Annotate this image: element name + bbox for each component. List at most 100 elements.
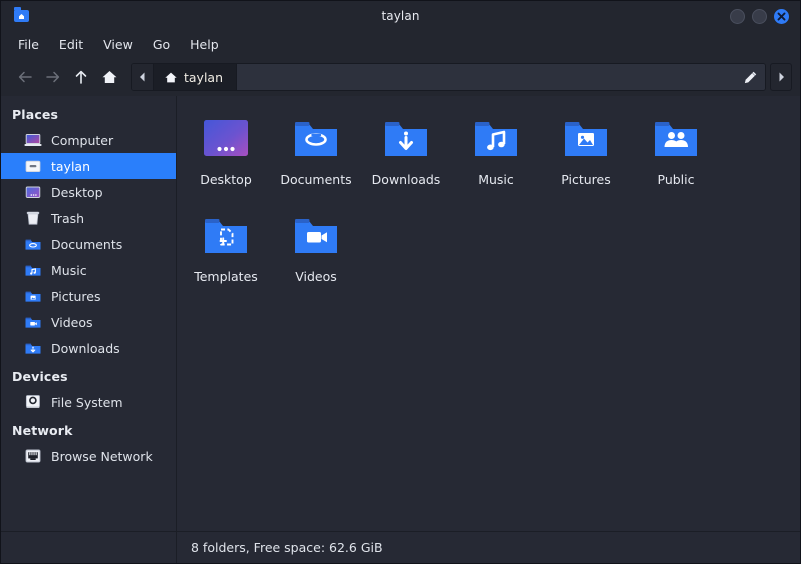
- sidebar-item-desktop[interactable]: Desktop: [1, 179, 176, 205]
- downloads-folder-icon: [23, 340, 42, 357]
- sidebar-item-downloads[interactable]: Downloads: [1, 335, 176, 361]
- file-item-desktop[interactable]: Desktop: [181, 110, 271, 207]
- file-item-templates[interactable]: Templates: [181, 207, 271, 304]
- music-folder-icon: [467, 116, 525, 164]
- file-item-public[interactable]: Public: [631, 110, 721, 207]
- sidebar-item-file-system[interactable]: File System: [1, 389, 176, 415]
- window-controls: [730, 8, 794, 24]
- sidebar-item-label: Music: [51, 262, 87, 278]
- pictures-folder-icon: [23, 288, 42, 305]
- forward-icon: [46, 71, 60, 83]
- statusbar-sidebar-filler: [1, 531, 177, 563]
- sidebar-item-label: Trash: [51, 210, 85, 226]
- file-manager-window: taylan File Edit View Go Help taylan Pla…: [0, 0, 801, 564]
- home-icon: [23, 158, 42, 175]
- pencil-icon: [744, 71, 756, 83]
- statusbar-content: 8 folders, Free space: 62.6 GiB: [177, 531, 800, 563]
- sidebar-item-label: Documents: [51, 236, 123, 252]
- maximize-button[interactable]: [752, 8, 767, 24]
- trash-icon: [23, 210, 42, 227]
- path-scroll-left-button[interactable]: [132, 64, 154, 90]
- computer-icon: [23, 132, 42, 149]
- sidebar-item-music[interactable]: Music: [1, 257, 176, 283]
- home-icon: [102, 71, 116, 83]
- up-button[interactable]: [67, 64, 95, 90]
- home-icon: [165, 72, 177, 82]
- file-item-label: Public: [657, 172, 695, 187]
- network-icon: [23, 448, 42, 465]
- icon-grid: Desktop Documents Downloads Music Pictur…: [177, 110, 800, 531]
- path-scroll-right-button[interactable]: [770, 63, 792, 91]
- sidebar-item-pictures[interactable]: Pictures: [1, 283, 176, 309]
- menu-go[interactable]: Go: [144, 34, 179, 55]
- sidebar-item-label: taylan: [51, 158, 91, 174]
- chevron-left-icon: [140, 72, 145, 82]
- file-item-label: Templates: [194, 269, 258, 284]
- downloads-folder-icon: [377, 116, 435, 164]
- back-icon: [18, 71, 32, 83]
- file-item-pictures[interactable]: Pictures: [541, 110, 631, 207]
- menu-file[interactable]: File: [9, 34, 48, 55]
- pictures-folder-icon: [557, 116, 615, 164]
- toolbar: taylan: [1, 58, 800, 96]
- documents-folder-icon: [23, 236, 42, 253]
- public-folder-icon: [647, 116, 705, 164]
- sidebar-item-browse-network[interactable]: Browse Network: [1, 443, 176, 469]
- window-body: Places Computer taylan Desktop Trash Doc…: [1, 96, 800, 531]
- edit-path-button[interactable]: [735, 64, 765, 90]
- harddisk-icon: [23, 394, 42, 411]
- path-bar[interactable]: taylan: [131, 63, 766, 91]
- templates-folder-icon: [197, 213, 255, 261]
- music-folder-icon: [23, 262, 42, 279]
- sidebar-item-label: Browse Network: [51, 448, 153, 464]
- sidebar-item-label: File System: [51, 394, 123, 410]
- path-empty-area[interactable]: [237, 64, 735, 90]
- menubar: File Edit View Go Help: [1, 31, 800, 58]
- file-item-label: Documents: [280, 172, 352, 187]
- close-icon: [777, 12, 786, 20]
- sidebar-item-label: Downloads: [51, 340, 120, 356]
- sidebar-heading-places: Places: [12, 107, 59, 122]
- sidebar-item-label: Videos: [51, 314, 93, 330]
- breadcrumb-label: taylan: [184, 69, 224, 85]
- sidebar-item-videos[interactable]: Videos: [1, 309, 176, 335]
- home-button[interactable]: [95, 64, 123, 90]
- file-view[interactable]: Desktop Documents Downloads Music Pictur…: [177, 96, 800, 531]
- sidebar-item-computer[interactable]: Computer: [1, 127, 176, 153]
- statusbar: 8 folders, Free space: 62.6 GiB: [1, 531, 800, 563]
- close-button[interactable]: [774, 8, 789, 24]
- videos-folder-icon: [23, 314, 42, 331]
- file-item-label: Downloads: [371, 172, 441, 187]
- menu-edit[interactable]: Edit: [50, 34, 92, 55]
- status-text: 8 folders, Free space: 62.6 GiB: [191, 540, 383, 555]
- sidebar-heading-devices: Devices: [12, 369, 68, 384]
- forward-button[interactable]: [39, 64, 67, 90]
- home-folder-icon: [13, 7, 31, 25]
- up-icon: [75, 70, 87, 84]
- minimize-button[interactable]: [730, 8, 745, 24]
- window-title: taylan: [381, 9, 420, 23]
- sidebar-item-label: Pictures: [51, 288, 101, 304]
- file-item-documents[interactable]: Documents: [271, 110, 361, 207]
- menu-help[interactable]: Help: [181, 34, 228, 55]
- menu-view[interactable]: View: [94, 34, 142, 55]
- sidebar-item-taylan[interactable]: taylan: [1, 153, 176, 179]
- file-item-music[interactable]: Music: [451, 110, 541, 207]
- back-button[interactable]: [11, 64, 39, 90]
- sidebar-item-trash[interactable]: Trash: [1, 205, 176, 231]
- sidebar-heading-network: Network: [12, 423, 73, 438]
- desktop-icon: [23, 184, 42, 201]
- file-item-videos[interactable]: Videos: [271, 207, 361, 304]
- sidebar-item-documents[interactable]: Documents: [1, 231, 176, 257]
- desktop-thumbnail-icon: [197, 116, 255, 164]
- sidebar-item-label: Computer: [51, 132, 114, 148]
- file-item-label: Music: [478, 172, 514, 187]
- breadcrumb-taylan[interactable]: taylan: [154, 64, 238, 90]
- chevron-right-icon: [779, 72, 784, 82]
- file-item-label: Pictures: [561, 172, 611, 187]
- sidebar: Places Computer taylan Desktop Trash Doc…: [1, 96, 177, 531]
- videos-folder-icon: [287, 213, 345, 261]
- sidebar-item-label: Desktop: [51, 184, 103, 200]
- file-item-label: Videos: [295, 269, 337, 284]
- file-item-downloads[interactable]: Downloads: [361, 110, 451, 207]
